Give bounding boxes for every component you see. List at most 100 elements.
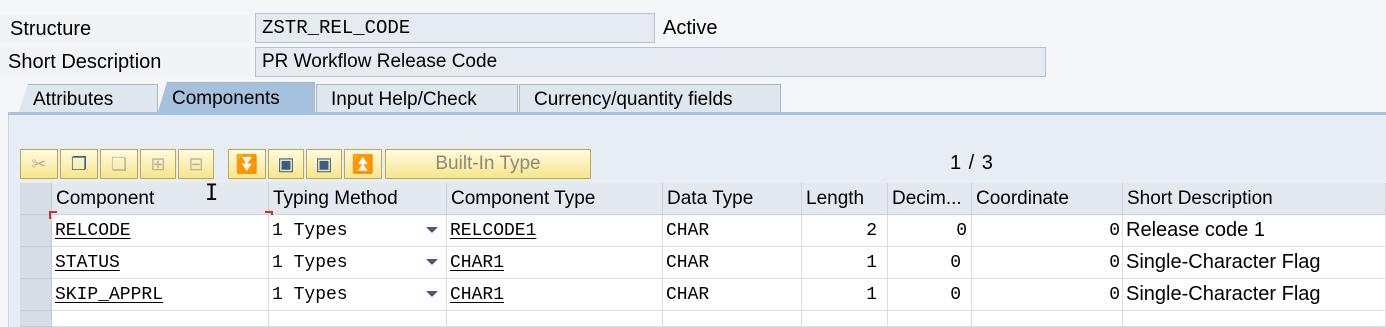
col-header-component[interactable]: Component — [52, 183, 269, 215]
typing-method-value: 1 Types — [272, 220, 348, 241]
dropdown-arrow-icon[interactable] — [426, 291, 438, 297]
decimals-cell: 0 — [888, 247, 972, 279]
component-type-value: CHAR1 — [450, 252, 505, 273]
short-desc-field[interactable]: PR Workflow Release Code — [255, 47, 1046, 77]
decimals-cell: 0 — [888, 215, 972, 247]
tab-components[interactable]: Components — [157, 82, 315, 115]
empty-cell[interactable] — [972, 311, 1123, 327]
cut-button[interactable]: ✂ — [20, 149, 58, 179]
short-description-value: Single-Character Flag — [1126, 251, 1321, 273]
col-header-component-type[interactable]: Component Type — [447, 183, 663, 215]
scroll-top-icon: ⏫ — [351, 153, 375, 174]
coordinate-cell: 0 — [972, 247, 1123, 279]
empty-cell[interactable] — [269, 311, 447, 327]
text-cursor-icon: I — [205, 181, 219, 206]
row-selector[interactable] — [20, 279, 52, 311]
coordinate-cell: 0 — [972, 279, 1123, 311]
col-header-typing-method[interactable]: Typing Method — [269, 183, 447, 215]
short-desc-label-text: Short Description — [8, 50, 162, 73]
empty-cell[interactable] — [1123, 311, 1386, 327]
copy-icon: ❐ — [70, 153, 88, 174]
insert-row-button[interactable]: ⊞ — [140, 149, 176, 179]
dropdown-arrow-icon[interactable] — [426, 227, 438, 233]
scroll-prev-button[interactable]: ▣ — [306, 149, 342, 179]
copy-button[interactable]: ❐ — [60, 149, 98, 179]
col-header-typing-method-label: Typing Method — [273, 187, 398, 209]
data-type-value: CHAR — [666, 220, 710, 241]
typing-method-cell[interactable]: 1 Types — [269, 215, 447, 247]
length-cell: 1 — [802, 279, 888, 311]
empty-cell[interactable] — [888, 311, 972, 327]
tab-attributes[interactable]: Attributes — [18, 84, 158, 114]
tab-currency-quantity[interactable]: Currency/quantity fields — [519, 84, 781, 114]
structure-label-text: Structure — [10, 17, 92, 40]
component-cell[interactable]: STATUS — [52, 247, 269, 279]
tab-currency-quantity-label: Currency/quantity fields — [534, 88, 733, 110]
decimals-cell: 0 — [888, 279, 972, 311]
empty-cell[interactable] — [802, 311, 888, 327]
typing-method-value: 1 Types — [272, 284, 348, 305]
paste-icon: ❏ — [110, 153, 128, 174]
length-value: 1 — [866, 252, 877, 273]
empty-cell[interactable] — [447, 311, 663, 327]
empty-cell[interactable] — [52, 311, 269, 327]
tab-components-label: Components — [172, 88, 280, 109]
paste-button[interactable]: ❏ — [100, 149, 138, 179]
scroll-next-button[interactable]: ▣ — [268, 149, 304, 179]
pager: 1 / 3 — [950, 152, 994, 174]
dropdown-arrow-icon[interactable] — [426, 259, 438, 265]
data-type-cell: CHAR — [663, 247, 802, 279]
typing-method-cell[interactable]: 1 Types — [269, 247, 447, 279]
structure-label: Structure — [0, 15, 250, 43]
structure-field[interactable]: ZSTR_REL_CODE — [255, 13, 655, 43]
component-value: RELCODE — [55, 220, 131, 241]
row-selector[interactable] — [20, 215, 52, 247]
component-type-value: CHAR1 — [450, 284, 505, 305]
delete-row-button[interactable]: ⊟ — [178, 149, 214, 179]
short-description-value: Single-Character Flag — [1126, 283, 1321, 305]
col-header-decimals[interactable]: Decim... — [888, 183, 972, 215]
col-header-data-type[interactable]: Data Type — [663, 183, 802, 215]
length-cell: 1 — [802, 247, 888, 279]
component-cell[interactable]: SKIP_APPRL — [52, 279, 269, 311]
row-selector[interactable] — [20, 247, 52, 279]
component-type-cell[interactable]: CHAR1 — [447, 247, 663, 279]
tab-attributes-label: Attributes — [33, 88, 114, 110]
component-type-cell[interactable]: RELCODE1 — [447, 215, 663, 247]
col-header-length[interactable]: Length — [802, 183, 888, 215]
decimals-value: 0 — [956, 220, 967, 241]
typing-method-cell[interactable]: 1 Types — [269, 279, 447, 311]
tab-input-help[interactable]: Input Help/Check — [316, 84, 518, 114]
scroll-bottom-icon: ⏬ — [235, 153, 259, 174]
col-header-short-description[interactable]: Short Description — [1123, 183, 1386, 215]
component-value: STATUS — [55, 252, 120, 273]
row-selector[interactable] — [20, 311, 52, 327]
col-header-decimals-label: Decim... — [892, 187, 962, 209]
data-type-value: CHAR — [666, 252, 710, 273]
col-header-coordinate[interactable]: Coordinate — [972, 183, 1123, 215]
coordinate-value: 0 — [1109, 220, 1120, 241]
select-all-corner[interactable] — [20, 183, 52, 215]
coordinate-cell: 0 — [972, 215, 1123, 247]
short-description-cell: Single-Character Flag — [1123, 247, 1386, 279]
builtin-type-label: Built-In Type — [435, 153, 541, 174]
length-value: 2 — [866, 220, 877, 241]
short-description-cell: Release code 1 — [1123, 215, 1386, 247]
decimals-value: 0 — [950, 284, 961, 305]
scroll-prev-icon: ▣ — [315, 153, 333, 174]
tab-input-help-label: Input Help/Check — [331, 88, 477, 110]
focus-marker — [49, 211, 57, 219]
col-header-short-description-label: Short Description — [1127, 187, 1273, 209]
data-type-cell: CHAR — [663, 279, 802, 311]
short-desc-label: Short Description — [0, 48, 250, 76]
component-type-cell[interactable]: CHAR1 — [447, 279, 663, 311]
scroll-bottom-button[interactable]: ⏬ — [228, 149, 266, 179]
scroll-top-button[interactable]: ⏫ — [344, 149, 382, 179]
col-header-data-type-label: Data Type — [667, 187, 754, 209]
builtin-type-button[interactable]: Built-In Type — [385, 149, 591, 179]
component-value: SKIP_APPRL — [55, 284, 164, 305]
component-cell[interactable]: RELCODE — [52, 215, 269, 247]
delete-row-icon: ⊟ — [188, 153, 204, 174]
col-header-component-label: Component — [56, 187, 155, 209]
empty-cell[interactable] — [663, 311, 802, 327]
